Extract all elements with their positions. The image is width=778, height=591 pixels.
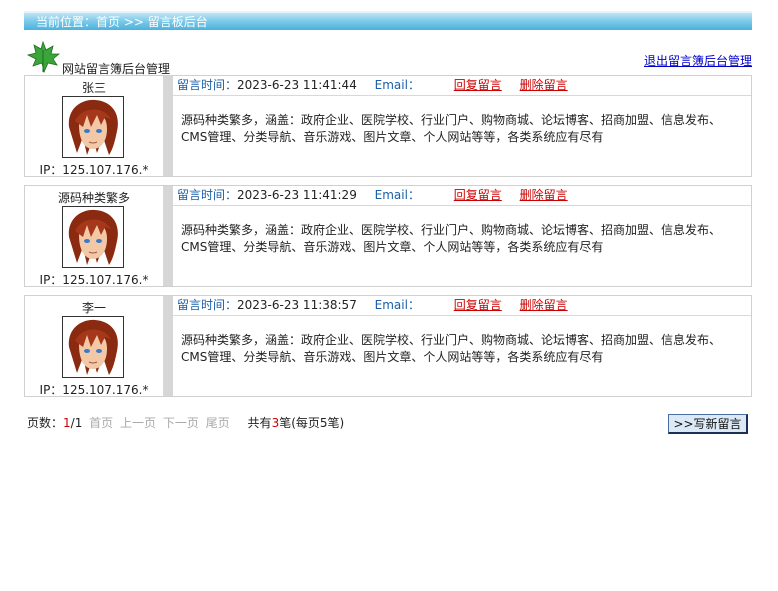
time-label: 留言时间： [177, 298, 238, 312]
author-name: 张三 [81, 81, 106, 95]
reply-link[interactable]: 回复留言 [454, 298, 502, 312]
total-prefix: 共有 [247, 416, 272, 430]
first-page-link[interactable]: 首页 [89, 416, 113, 430]
message-meta: 留言时间：2023-6-23 11:41:44 Email： 回复留言 删除留言 [173, 76, 751, 96]
message-entry: 张三 IP：125.107.176.* 留言时间：2023-6-23 11:41… [24, 75, 752, 177]
message-time: 2023-6-23 11:41:44 [237, 78, 357, 92]
author-panel: 源码种类繁多 IP：125.107.176.* [25, 186, 164, 287]
divider-bar [164, 76, 173, 176]
maple-leaf-icon [26, 40, 60, 74]
message-meta: 留言时间：2023-6-23 11:41:29 Email： 回复留言 删除留言 [173, 186, 751, 206]
author-ip: IP：125.107.176.* [39, 273, 149, 287]
message-entry: 源码种类繁多 IP：125.107.176.* 留言时间：2023-6-23 1… [24, 185, 752, 287]
reply-link[interactable]: 回复留言 [454, 188, 502, 202]
last-page-link[interactable]: 尾页 [206, 416, 230, 430]
breadcrumb: 当前位置：首页 >> 留言板后台 [24, 11, 752, 30]
reply-link[interactable]: 回复留言 [454, 78, 502, 92]
avatar-image [63, 207, 123, 267]
avatar [62, 316, 124, 378]
logout-link[interactable]: 退出留言簿后台管理 [644, 52, 752, 69]
avatar-image [63, 97, 123, 157]
avatar [62, 206, 124, 268]
total-count: 共有3笔(每页5笔) [248, 416, 345, 430]
avatar-image [63, 317, 123, 377]
author-panel: 李一 IP：125.107.176.* [25, 296, 164, 397]
total-pages: /1 [70, 416, 83, 430]
page-label: 页数： [27, 416, 64, 430]
message-time: 2023-6-23 11:41:29 [237, 188, 357, 202]
divider-bar [164, 296, 173, 396]
message-entry: 李一 IP：125.107.176.* 留言时间：2023-6-23 11:38… [24, 295, 752, 397]
time-label: 留言时间： [177, 188, 238, 202]
author-name: 李一 [81, 301, 106, 315]
write-message-button[interactable]: >>写新留言 [668, 414, 748, 434]
pagination: 页数：1/1 首页 上一页 下一页 尾页 共有3笔(每页5笔) [27, 414, 344, 431]
email-label: Email： [374, 78, 420, 92]
message-meta: 留言时间：2023-6-23 11:38:57 Email： 回复留言 删除留言 [173, 296, 751, 316]
next-page-link[interactable]: 下一页 [163, 416, 199, 430]
prev-page-link[interactable]: 上一页 [120, 416, 156, 430]
email-label: Email： [374, 298, 420, 312]
total-suffix: 笔(每页5笔) [279, 416, 345, 430]
divider-bar [164, 186, 173, 286]
page-header: 网站留言簿后台管理 退出留言簿后台管理 [24, 40, 752, 76]
time-label: 留言时间： [177, 78, 238, 92]
message-time: 2023-6-23 11:38:57 [237, 298, 357, 312]
message-content: 源码种类繁多，涵盖：政府企业、医院学校、行业门户、购物商城、论坛博客、招商加盟、… [181, 113, 722, 144]
message-content: 源码种类繁多，涵盖：政府企业、医院学校、行业门户、购物商城、论坛博客、招商加盟、… [181, 223, 722, 254]
author-name: 源码种类繁多 [57, 191, 130, 205]
delete-link[interactable]: 删除留言 [520, 188, 568, 202]
email-label: Email： [374, 188, 420, 202]
delete-link[interactable]: 删除留言 [520, 298, 568, 312]
delete-link[interactable]: 删除留言 [520, 78, 568, 92]
author-ip: IP：125.107.176.* [39, 383, 149, 397]
author-panel: 张三 IP：125.107.176.* [25, 76, 164, 177]
message-content: 源码种类繁多，涵盖：政府企业、医院学校、行业门户、购物商城、论坛博客、招商加盟、… [181, 333, 722, 364]
current-page: 1 [63, 416, 71, 430]
author-ip: IP：125.107.176.* [39, 163, 149, 177]
avatar [62, 96, 124, 158]
